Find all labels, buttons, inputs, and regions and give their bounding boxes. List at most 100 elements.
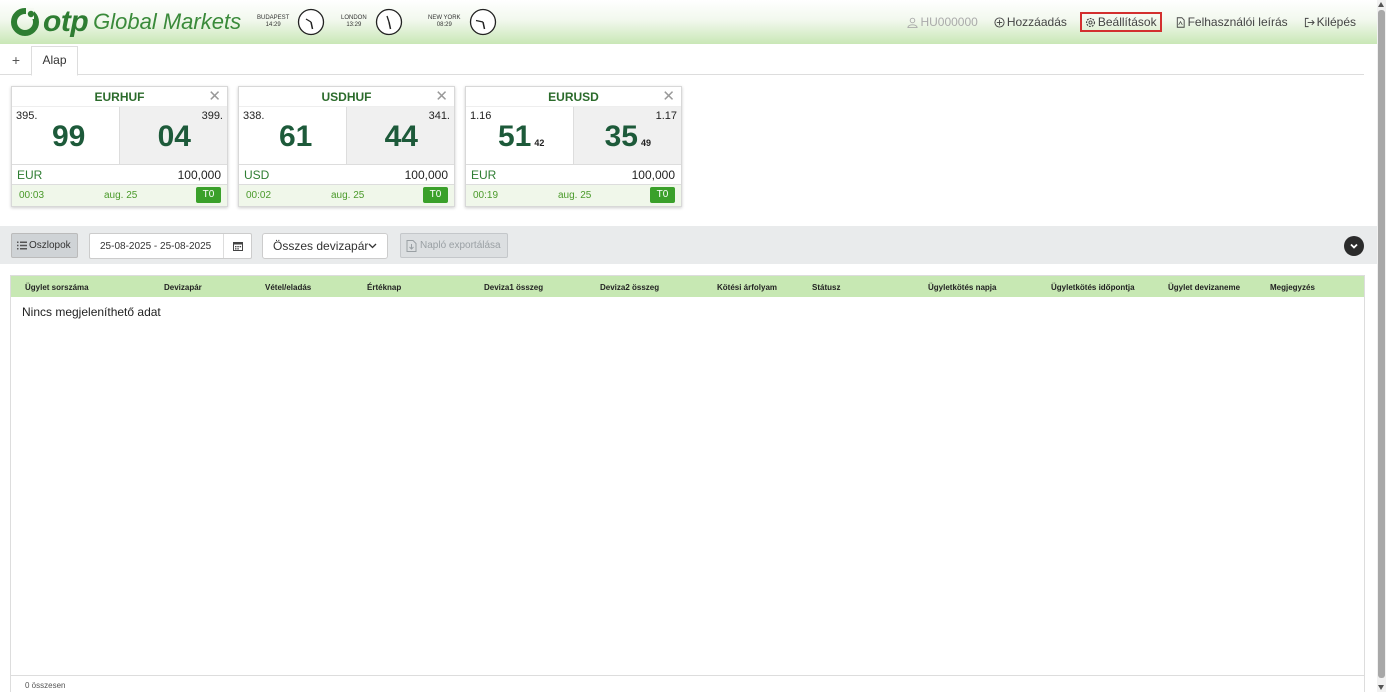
tenor-badge[interactable]: T0 <box>650 187 675 203</box>
scrollbar-thumb[interactable] <box>1378 10 1385 678</box>
column-header[interactable]: Deviza1 összeg <box>484 283 543 292</box>
add-tab-button[interactable]: + <box>6 52 26 68</box>
tile-currency[interactable]: EUR <box>17 168 42 182</box>
user-manual-link[interactable]: Felhasználói leírás <box>1172 12 1291 32</box>
chevron-down-icon <box>368 243 377 249</box>
tenor-badge[interactable]: T0 <box>196 187 221 203</box>
scroll-up-arrow-icon[interactable] <box>1378 2 1384 7</box>
clock-budapest: BUDAPEST 14:29 <box>257 8 325 36</box>
columns-button[interactable]: Oszlopok <box>11 233 78 258</box>
sell-price-big: 51 42 <box>498 120 545 153</box>
sell-price-button[interactable]: 338. 61 <box>239 107 347 164</box>
tile-value-date[interactable]: aug. 25 <box>104 190 137 201</box>
currency-pair-select[interactable]: Összes devizapár <box>262 233 388 259</box>
chevron-down-icon <box>1350 243 1358 249</box>
close-icon[interactable]: ✕ <box>662 87 675 107</box>
export-log-label: Napló exportálása <box>420 240 501 251</box>
top-navigation: HU000000 Hozzáadás Beállítások Felhaszná… <box>894 12 1359 32</box>
price-tile-eurusd: EURUSD ✕ 1.16 51 42 1.17 35 49 EUR 100,000… <box>465 86 682 207</box>
sell-price-button[interactable]: 1.16 51 42 <box>466 107 574 164</box>
tile-countdown: 00:02 <box>246 190 272 201</box>
otp-logo[interactable]: otp Global Markets <box>10 5 241 38</box>
tile-amount[interactable]: 100,000 <box>178 168 221 182</box>
logout-icon <box>1304 17 1315 27</box>
calendar-button[interactable] <box>223 234 251 258</box>
buy-price-prefix: 341. <box>428 110 450 122</box>
clock-time: 14:29 <box>265 22 281 28</box>
gear-icon <box>1085 17 1095 27</box>
date-range-input[interactable]: 25-08-2025 - 25-08-2025 <box>89 233 252 259</box>
amount-field[interactable]: EUR 100,000 <box>12 165 227 185</box>
logo-otp-text: otp <box>43 5 89 38</box>
clock-city: LONDON <box>341 15 367 21</box>
buy-price-big: 35 49 <box>604 120 651 153</box>
scroll-down-arrow-icon[interactable] <box>1378 685 1384 690</box>
column-header[interactable]: Státusz <box>812 283 840 292</box>
otp-logo-icon <box>11 8 39 36</box>
clock-london: LONDON 13:29 <box>341 8 403 36</box>
column-header[interactable]: Deviza2 összeg <box>600 283 659 292</box>
amount-field[interactable]: USD 100,000 <box>239 165 454 185</box>
column-header[interactable]: Ügylet devizaneme <box>1168 283 1240 292</box>
tile-value-date[interactable]: aug. 25 <box>331 190 364 201</box>
date-range-value: 25-08-2025 - 25-08-2025 <box>100 240 212 252</box>
user-account[interactable]: HU000000 <box>904 12 980 32</box>
export-log-button[interactable]: Napló exportálása <box>400 233 508 258</box>
tile-currency[interactable]: EUR <box>471 168 496 182</box>
tile-value-date[interactable]: aug. 25 <box>558 190 591 201</box>
add-button[interactable]: Hozzáadás <box>991 12 1070 32</box>
page-scrollbar[interactable] <box>1377 0 1386 692</box>
tile-pair: USDHUF <box>321 90 372 104</box>
column-header[interactable]: Ügyletkötés napja <box>928 283 996 292</box>
add-label: Hozzáadás <box>1006 15 1067 29</box>
calendar-icon <box>232 242 243 251</box>
list-icon <box>17 241 27 250</box>
clock-time: 13:29 <box>346 22 362 28</box>
tile-amount[interactable]: 100,000 <box>405 168 448 182</box>
table-footer-count: 0 összesen <box>11 675 1364 693</box>
plus-circle-icon <box>994 16 1005 28</box>
tile-currency[interactable]: USD <box>244 168 269 182</box>
collapse-toggle-button[interactable] <box>1344 236 1364 256</box>
column-header[interactable]: Vétel/eladás <box>265 283 311 292</box>
buy-price-big: 44 <box>384 120 418 153</box>
column-header[interactable]: Ügyletkötés időpontja <box>1051 283 1135 292</box>
tab-alap[interactable]: Alap <box>31 46 78 76</box>
analog-clock-icon <box>375 8 402 36</box>
buy-price-button[interactable]: 1.17 35 49 <box>573 107 681 164</box>
close-icon[interactable]: ✕ <box>208 87 221 107</box>
logout-button[interactable]: Kilépés <box>1301 12 1359 32</box>
blotter-toolbar: Oszlopok 25-08-2025 - 25-08-2025 Összes … <box>0 226 1377 264</box>
buy-price-big: 04 <box>157 120 191 153</box>
amount-field[interactable]: EUR 100,000 <box>466 165 681 185</box>
column-header[interactable]: Értéknap <box>367 283 401 292</box>
clock-city: BUDAPEST <box>257 15 290 21</box>
app-header: otp Global Markets BUDAPEST 14:29 LONDON… <box>0 0 1377 44</box>
clock-city: NEW YORK <box>428 15 461 21</box>
column-header[interactable]: Ügylet sorszáma <box>25 283 89 292</box>
tenor-badge[interactable]: T0 <box>423 187 448 203</box>
close-icon[interactable]: ✕ <box>435 87 448 107</box>
buy-price-prefix: 399. <box>201 110 223 122</box>
buy-price-button[interactable]: 341. 44 <box>346 107 454 164</box>
sell-price-big: 61 <box>279 120 313 153</box>
deals-table: Ügylet sorszáma Devizapár Vétel/eladás É… <box>10 275 1365 692</box>
analog-clock-icon <box>298 8 325 36</box>
column-header[interactable]: Kötési árfolyam <box>717 283 777 292</box>
settings-button[interactable]: Beállítások <box>1079 12 1162 32</box>
user-icon <box>907 17 918 28</box>
tile-pair: EURHUF <box>94 90 145 104</box>
sell-price-big: 99 <box>52 120 86 153</box>
price-tile-eurhuf: EURHUF ✕ 395. 99 399. 04 EUR 100,000 00:… <box>11 86 228 207</box>
sell-price-prefix: 395. <box>16 110 38 122</box>
sell-price-prefix: 1.16 <box>470 110 492 122</box>
columns-label: Oszlopok <box>29 240 71 251</box>
column-header[interactable]: Megjegyzés <box>1270 283 1315 292</box>
sell-price-button[interactable]: 395. 99 <box>12 107 120 164</box>
buy-price-button[interactable]: 399. 04 <box>119 107 227 164</box>
user-manual-label: Felhasználói leírás <box>1187 15 1288 29</box>
tile-amount[interactable]: 100,000 <box>632 168 675 182</box>
column-header[interactable]: Devizapár <box>164 283 202 292</box>
logout-label: Kilépés <box>1316 15 1356 29</box>
analog-clock-icon <box>469 8 496 36</box>
